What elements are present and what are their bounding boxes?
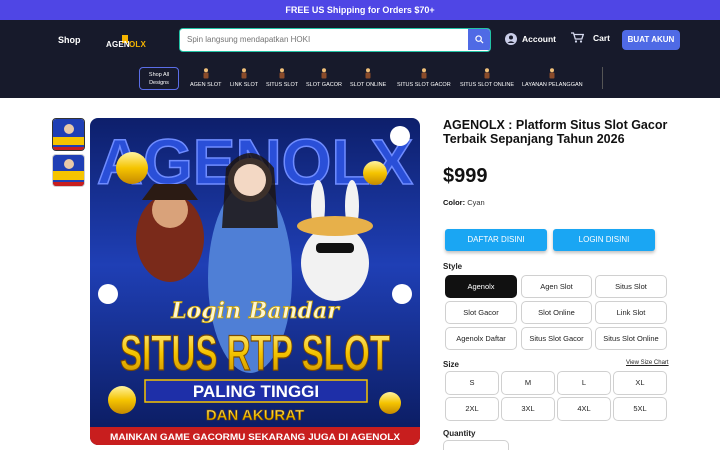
- shop-all-designs-button[interactable]: Shop All Designs: [139, 67, 179, 90]
- product-price: $999: [443, 165, 488, 187]
- quantity-label: Quantity: [443, 429, 476, 438]
- thumbnail-image: [53, 155, 84, 186]
- svg-text:AGEN: AGEN: [106, 40, 130, 49]
- daftar-button[interactable]: DAFTAR DISINI: [445, 229, 547, 251]
- nav-slot-gacor[interactable]: SLOT GACOR: [306, 68, 342, 88]
- promo-text: US Shipping for Orders: [309, 5, 415, 15]
- next-arrow[interactable]: [392, 284, 412, 304]
- account-link[interactable]: Account: [505, 33, 556, 45]
- banner-footer: MAINKAN GAME GACORMU SEKARANG JUGA DI AG…: [110, 432, 400, 442]
- search-button[interactable]: [468, 29, 490, 50]
- logo-mark: AGEN OLX: [106, 35, 147, 49]
- nav-label: SLOT ONLINE: [350, 82, 387, 88]
- color-label: Color:: [443, 198, 466, 207]
- style-option-slot-gacor[interactable]: Slot Gacor: [445, 301, 517, 324]
- thumbnail-2[interactable]: [52, 154, 85, 187]
- site-logo[interactable]: AGEN OLX: [106, 34, 152, 49]
- nav-situs-slot-online[interactable]: SITUS SLOT ONLINE: [460, 68, 514, 88]
- nav-situs-slot-gacor[interactable]: SITUS SLOT GACOR: [397, 68, 451, 88]
- color-line: Color: Cyan: [443, 198, 485, 207]
- wishlist-dot[interactable]: [390, 126, 410, 146]
- size-option-2xl[interactable]: 2XL: [445, 397, 499, 421]
- style-option-situs-slot[interactable]: Situs Slot: [595, 275, 667, 298]
- nav-divider: [602, 67, 603, 89]
- size-option-xl[interactable]: XL: [613, 371, 667, 395]
- cart-label: Cart: [593, 32, 611, 43]
- nav-label: SITUS SLOT GACOR: [397, 82, 451, 88]
- style-label: Style: [443, 262, 463, 271]
- product-page: AGENOLX Login Bandar SITUS RTP SLO: [0, 98, 720, 450]
- banner-script-text: Login Bandar: [170, 298, 340, 324]
- nav-slot-online[interactable]: SLOT ONLINE: [350, 68, 386, 88]
- style-option-slot-online[interactable]: Slot Online: [521, 301, 592, 324]
- thumbnail-1[interactable]: [52, 118, 85, 151]
- style-option-agenolx-daftar[interactable]: Agenolx Daftar: [445, 327, 517, 350]
- style-option-situs-slot-online[interactable]: Situs Slot Online: [595, 327, 667, 350]
- figure-icon: [484, 68, 490, 79]
- figure-icon: [549, 68, 555, 79]
- nav-label: SLOT GACOR: [306, 82, 342, 88]
- quantity-stepper[interactable]: [443, 440, 509, 450]
- size-option-4xl[interactable]: 4XL: [557, 397, 611, 421]
- nav-label: SITUS SLOT: [266, 82, 299, 88]
- nav-label: LINK SLOT: [230, 82, 259, 88]
- size-option-s[interactable]: S: [445, 371, 499, 395]
- size-option-5xl[interactable]: 5XL: [613, 397, 667, 421]
- all-designs-line2: Designs: [149, 80, 169, 86]
- buat-akun-button[interactable]: BUAT AKUN: [622, 30, 680, 50]
- nav-label: AGEN SLOT: [190, 82, 222, 88]
- search-icon: [474, 35, 484, 44]
- banner-sub: DAN AKURAT: [206, 407, 304, 424]
- nav-situs-slot[interactable]: SITUS SLOT: [266, 68, 298, 88]
- promo-free: FREE: [285, 5, 310, 15]
- figure-icon: [421, 68, 427, 79]
- user-icon: [505, 33, 517, 45]
- style-option-agenolx[interactable]: Agenolx: [445, 275, 517, 298]
- nav-link-slot[interactable]: LINK SLOT: [230, 68, 258, 88]
- all-designs-line1: Shop All: [148, 72, 170, 78]
- color-value: Cyan: [467, 198, 485, 207]
- nav-label: SITUS SLOT ONLINE: [460, 82, 514, 88]
- size-option-l[interactable]: L: [557, 371, 611, 395]
- shop-link[interactable]: Shop: [58, 35, 81, 45]
- banner-headline: SITUS RTP SLOT: [120, 325, 390, 381]
- account-label: Account: [522, 34, 556, 44]
- cart-link[interactable]: Cart: [571, 32, 610, 43]
- figure-icon: [241, 68, 247, 79]
- thumbnail-image: [53, 119, 84, 150]
- style-option-link-slot[interactable]: Link Slot: [595, 301, 667, 324]
- promo-amount: $70+: [414, 5, 435, 15]
- search-bar: [179, 28, 491, 52]
- size-option-m[interactable]: M: [501, 371, 555, 395]
- search-input[interactable]: [180, 29, 468, 50]
- svg-text:OLX: OLX: [129, 40, 147, 49]
- size-chart-link[interactable]: View Size Chart: [626, 360, 669, 366]
- size-label: Size: [443, 360, 460, 369]
- figure-icon: [279, 68, 285, 79]
- promo-bar: FREE US Shipping for Orders $70+: [0, 0, 720, 20]
- site-header: Shop AGEN OLX Account Cart BUAT AKUN Sho…: [0, 20, 720, 98]
- banner-ribbon: PALING TINGGI: [193, 382, 319, 401]
- product-title: AGENOLX : Platform Situs Slot Gacor Terb…: [443, 118, 668, 146]
- size-option-3xl[interactable]: 3XL: [501, 397, 555, 421]
- nav-agen-slot[interactable]: AGEN SLOT: [190, 68, 221, 88]
- style-option-situs-slot-gacor[interactable]: Situs Slot Gacor: [521, 327, 592, 350]
- login-button[interactable]: LOGIN DISINI: [553, 229, 655, 251]
- cart-icon: [571, 32, 584, 43]
- figure-icon: [365, 68, 371, 79]
- banner-art: AGENOLX Login Bandar SITUS RTP SLO: [90, 125, 420, 445]
- figure-icon: [321, 68, 327, 79]
- nav-label: LAYANAN PELANGGAN: [522, 82, 583, 88]
- prev-arrow[interactable]: [98, 284, 118, 304]
- style-option-agen-slot[interactable]: Agen Slot: [521, 275, 592, 298]
- figure-icon: [203, 68, 209, 79]
- nav-layanan-pelanggan[interactable]: LAYANAN PELANGGAN: [522, 68, 583, 88]
- product-banner: AGENOLX Login Bandar SITUS RTP SLO: [90, 118, 420, 445]
